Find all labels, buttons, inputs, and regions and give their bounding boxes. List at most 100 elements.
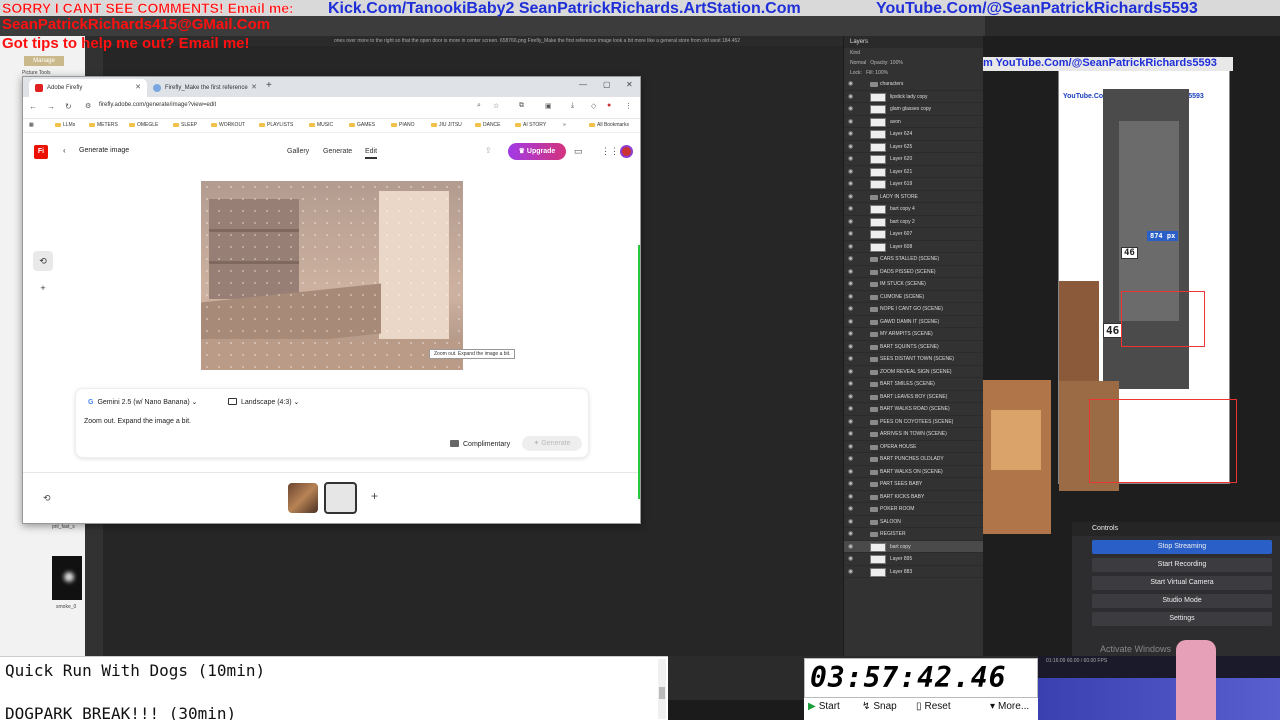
bookmark-jiu-jitsu[interactable]: JIU JITSU — [431, 122, 462, 128]
visibility-eye-icon[interactable]: ◉ — [848, 353, 853, 365]
visibility-eye-icon[interactable]: ◉ — [848, 491, 853, 503]
tab-firefly-reference[interactable]: Firefly_Make the first reference ✕ — [147, 79, 263, 97]
nav-generate[interactable]: Generate — [323, 148, 352, 155]
layer-row[interactable]: ◉ bart copy 4 — [844, 203, 983, 216]
result-thumbnail[interactable] — [324, 482, 357, 514]
layer-row[interactable]: ◉ BART SMILES (SCENE) — [844, 378, 983, 391]
bookmark-piano[interactable]: PIANO — [391, 122, 415, 128]
visibility-eye-icon[interactable]: ◉ — [848, 566, 853, 578]
visibility-eye-icon[interactable]: ◉ — [848, 553, 853, 565]
start-recording-button[interactable]: Start Recording — [1092, 558, 1272, 572]
layer-row[interactable]: ◉ DADS PISSED (SCENE) — [844, 266, 983, 278]
history-icon[interactable]: ⟲ — [43, 493, 51, 504]
visibility-eye-icon[interactable]: ◉ — [848, 166, 853, 178]
visibility-eye-icon[interactable]: ◉ — [848, 91, 853, 103]
reset-button[interactable]: ▯ Reset — [916, 701, 951, 712]
model-select[interactable]: G Gemini 2.5 (w/ Nano Banana) ⌄ — [88, 398, 197, 406]
bookmark-llms[interactable]: LLMs — [55, 122, 75, 128]
layer-row[interactable]: ◉ Layer 619 — [844, 178, 983, 191]
layer-row[interactable]: ◉ Layer 620 — [844, 153, 983, 166]
apps-icon[interactable]: ⋮⋮ — [601, 146, 619, 157]
layer-row[interactable]: ◉ BART WALKS ON (SCENE) — [844, 466, 983, 478]
avatar[interactable] — [620, 145, 633, 158]
layer-row[interactable]: ◉ LADY IN STORE — [844, 191, 983, 203]
extension-puzzle-icon[interactable]: ◇ — [591, 102, 596, 110]
layers-kind-filter[interactable]: Kind — [844, 48, 983, 58]
visibility-eye-icon[interactable]: ◉ — [848, 103, 853, 115]
new-tab-icon[interactable]: + — [266, 80, 272, 91]
close-tab-icon[interactable]: ✕ — [251, 79, 257, 97]
settings-button[interactable]: Settings — [1092, 612, 1272, 626]
visibility-eye-icon[interactable]: ◉ — [848, 503, 853, 515]
add-tool-icon[interactable]: + — [33, 278, 53, 298]
window-close-icon[interactable]: ✕ — [626, 80, 633, 89]
fill-field[interactable]: Fill: 100% — [866, 70, 888, 76]
layer-row[interactable]: ◉ Layer 607 — [844, 228, 983, 241]
visibility-eye-icon[interactable]: ◉ — [848, 416, 853, 428]
visibility-eye-icon[interactable]: ◉ — [848, 303, 853, 315]
layer-row[interactable]: ◉ Layer 895 — [844, 553, 983, 566]
visibility-eye-icon[interactable]: ◉ — [848, 428, 853, 440]
layer-row[interactable]: ◉ Layer 624 — [844, 128, 983, 141]
visibility-eye-icon[interactable]: ◉ — [848, 516, 853, 528]
firefly-logo[interactable]: Fi — [34, 145, 48, 159]
layer-row[interactable]: ◉ BART SQUINTS (SCENE) — [844, 341, 983, 353]
close-tab-icon[interactable]: ✕ — [135, 79, 141, 97]
visibility-eye-icon[interactable]: ◉ — [848, 178, 853, 190]
reload-icon[interactable]: ↻ — [65, 102, 72, 111]
profile-icon[interactable]: ● — [607, 102, 611, 109]
layer-row[interactable]: ◉ GAWD DAMN IT (SCENE) — [844, 316, 983, 328]
all-bookmarks[interactable]: All Bookmarks — [589, 122, 629, 128]
layer-row[interactable]: ◉ bart copy 2 — [844, 216, 983, 228]
layer-row[interactable]: ◉ bart copy — [844, 540, 983, 553]
visibility-eye-icon[interactable]: ◉ — [848, 116, 853, 128]
tab-adobe-firefly[interactable]: Adobe Firefly ✕ — [29, 79, 147, 97]
edit-tool-icon[interactable]: ⟲ — [33, 251, 53, 271]
layer-row[interactable]: ◉ BART LEAVES BOY (SCENE) — [844, 391, 983, 403]
nav-gallery[interactable]: Gallery — [287, 148, 309, 155]
visibility-eye-icon[interactable]: ◉ — [848, 216, 853, 228]
generate-button[interactable]: ✦ Generate — [522, 436, 582, 451]
visibility-eye-icon[interactable]: ◉ — [848, 403, 853, 415]
visibility-eye-icon[interactable]: ◉ — [848, 391, 853, 403]
site-info-icon[interactable]: ⚙ — [85, 102, 91, 110]
generated-image[interactable] — [201, 181, 463, 370]
opacity-field[interactable]: Opacity: 100% — [870, 60, 903, 66]
layer-row[interactable]: ◉ PEES ON COYOTEES (SCENE) — [844, 416, 983, 428]
chat-icon[interactable]: ▭ — [574, 146, 583, 157]
visibility-eye-icon[interactable]: ◉ — [848, 278, 853, 290]
extensions-icon[interactable]: ⧉ — [519, 102, 524, 110]
bookmark-omegle[interactable]: OMEGLE — [129, 122, 158, 128]
visibility-eye-icon[interactable]: ◉ — [848, 366, 853, 378]
layer-row[interactable]: ◉ OPERA HOUSE — [844, 441, 983, 453]
bookmark-ai-story[interactable]: AI STORY — [515, 122, 546, 128]
bookmark-sleep[interactable]: SLEEP — [173, 122, 197, 128]
visibility-eye-icon[interactable]: ◉ — [848, 203, 853, 215]
layer-row[interactable]: ◉ SEES DISTANT TOWN (SCENE) — [844, 353, 983, 366]
blend-mode-select[interactable]: Normal — [850, 60, 866, 66]
layer-row[interactable]: ◉ REGISTER — [844, 528, 983, 541]
visibility-eye-icon[interactable]: ◉ — [848, 541, 853, 553]
visibility-eye-icon[interactable]: ◉ — [848, 478, 853, 490]
layer-row[interactable]: ◉ ZOOM REVEAL SIGN (SCENE) — [844, 366, 983, 378]
visibility-eye-icon[interactable]: ◉ — [848, 441, 853, 453]
minimize-icon[interactable]: — — [579, 80, 587, 89]
layer-row[interactable]: ◉ glam glasses copy — [844, 103, 983, 116]
snap-button[interactable]: ↯ Snap — [862, 701, 897, 712]
visibility-eye-icon[interactable]: ◉ — [848, 466, 853, 478]
visibility-eye-icon[interactable]: ◉ — [848, 453, 853, 465]
forward-icon[interactable]: → — [47, 102, 55, 111]
layer-row[interactable]: ◉ CUMONE (SCENE) — [844, 291, 983, 303]
chrome-menu-icon[interactable]: ⋮ — [625, 102, 632, 110]
upgrade-button[interactable]: ♛ Upgrade — [508, 143, 566, 160]
visibility-eye-icon[interactable]: ◉ — [848, 316, 853, 328]
layer-row[interactable]: ◉ Layer 621 — [844, 166, 983, 178]
visibility-eye-icon[interactable]: ◉ — [848, 341, 853, 353]
add-thumbnail-icon[interactable]: + — [371, 489, 378, 503]
visibility-eye-icon[interactable]: ◉ — [848, 153, 853, 165]
layer-row[interactable]: ◉ Layer 883 — [844, 566, 983, 578]
bookmark-music[interactable]: MUSIC — [309, 122, 333, 128]
more-button[interactable]: ▾ More... — [990, 701, 1029, 712]
layer-row[interactable]: ◉ NOPE I CANT GO (SCENE) — [844, 303, 983, 316]
obs-preview[interactable]: YouTube.Com/@SeanPatrickRichards5593 46 … — [1058, 60, 1237, 491]
